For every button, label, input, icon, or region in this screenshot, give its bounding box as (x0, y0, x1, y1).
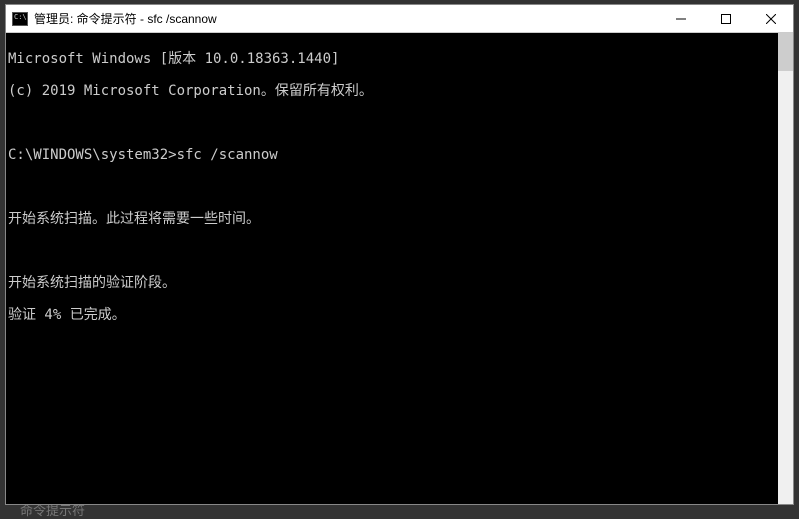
maximize-icon (721, 14, 731, 24)
command-prompt-window: 管理员: 命令提示符 - sfc /scannow Microsoft Wind… (5, 4, 794, 505)
window-controls (658, 5, 793, 32)
scrollbar-thumb[interactable] (778, 33, 793, 71)
output-blank (8, 243, 778, 259)
window-title: 管理员: 命令提示符 - sfc /scannow (34, 10, 658, 27)
titlebar[interactable]: 管理员: 命令提示符 - sfc /scannow (6, 5, 793, 33)
output-line: Microsoft Windows [版本 10.0.18363.1440] (8, 51, 778, 67)
terminal-output[interactable]: Microsoft Windows [版本 10.0.18363.1440] (… (6, 33, 778, 504)
maximize-button[interactable] (703, 5, 748, 32)
command-input: sfc /scannow (177, 147, 278, 163)
output-line: 验证 4% 已完成。 (8, 307, 778, 323)
prompt: C:\WINDOWS\system32> (8, 147, 177, 163)
minimize-icon (676, 14, 686, 24)
output-line: 开始系统扫描的验证阶段。 (8, 275, 778, 291)
close-button[interactable] (748, 5, 793, 32)
prompt-line: C:\WINDOWS\system32>sfc /scannow (8, 147, 778, 163)
cmd-icon (12, 12, 28, 26)
close-icon (766, 14, 776, 24)
output-blank (8, 179, 778, 195)
vertical-scrollbar[interactable] (778, 33, 793, 504)
minimize-button[interactable] (658, 5, 703, 32)
output-blank (8, 115, 778, 131)
output-line: (c) 2019 Microsoft Corporation。保留所有权利。 (8, 83, 778, 99)
terminal-area: Microsoft Windows [版本 10.0.18363.1440] (… (6, 33, 793, 504)
output-line: 开始系统扫描。此过程将需要一些时间。 (8, 211, 778, 227)
